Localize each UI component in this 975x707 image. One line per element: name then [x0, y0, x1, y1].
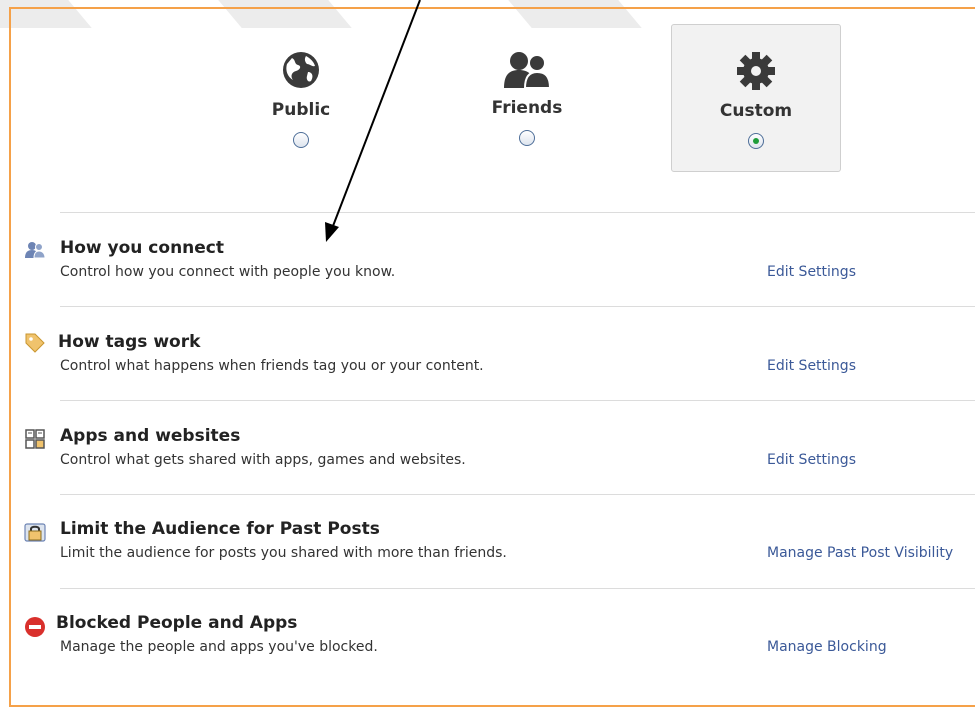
apps-icon: [25, 429, 45, 449]
edit-settings-link[interactable]: Edit Settings: [767, 452, 856, 468]
setting-row-how-tags-work: How tags work Control what happens when …: [0, 332, 975, 414]
setting-row-limit-past-posts: Limit the Audience for Past Posts Limit …: [0, 519, 975, 601]
setting-description: Limit the audience for posts you shared …: [60, 545, 507, 561]
setting-title: How tags work: [58, 332, 201, 352]
divider: [60, 212, 975, 213]
globe-icon: [283, 52, 319, 88]
setting-title: How you connect: [60, 238, 225, 258]
divider: [60, 494, 975, 495]
setting-row-blocked-people: Blocked People and Apps Manage the peopl…: [0, 613, 975, 695]
manage-past-post-visibility-link[interactable]: Manage Past Post Visibility: [767, 545, 953, 561]
audience-radio-custom[interactable]: [748, 133, 764, 149]
tag-icon: [25, 333, 45, 353]
setting-row-apps-and-websites: Apps and websites Control what gets shar…: [0, 426, 975, 508]
audience-label: Custom: [719, 101, 793, 121]
manage-blocking-link[interactable]: Manage Blocking: [767, 639, 887, 655]
setting-description: Manage the people and apps you've blocke…: [60, 639, 378, 655]
setting-description: Control what gets shared with apps, game…: [60, 452, 466, 468]
divider: [60, 306, 975, 307]
setting-title: Limit the Audience for Past Posts: [60, 519, 380, 539]
people-icon: [25, 242, 46, 259]
audience-option-custom[interactable]: Custom: [671, 24, 841, 172]
edit-settings-link[interactable]: Edit Settings: [767, 264, 856, 280]
audience-label: Friends: [491, 98, 563, 118]
audience-radio-public[interactable]: [293, 132, 309, 148]
blocked-icon: [25, 617, 45, 637]
lock-icon: [24, 523, 46, 542]
setting-title: Blocked People and Apps: [56, 613, 298, 633]
gear-icon: [737, 52, 775, 90]
audience-label: Public: [271, 100, 331, 120]
friends-icon: [504, 52, 552, 89]
edit-settings-link[interactable]: Edit Settings: [767, 358, 856, 374]
setting-title: Apps and websites: [60, 426, 241, 446]
audience-radio-friends[interactable]: [519, 130, 535, 146]
divider: [60, 400, 975, 401]
audience-option-friends[interactable]: Friends: [442, 24, 612, 172]
divider: [60, 588, 975, 589]
setting-description: Control how you connect with people you …: [60, 264, 396, 280]
setting-description: Control what happens when friends tag yo…: [60, 358, 484, 374]
audience-option-public[interactable]: Public: [216, 24, 386, 172]
setting-row-how-you-connect: How you connect Control how you connect …: [0, 238, 975, 320]
